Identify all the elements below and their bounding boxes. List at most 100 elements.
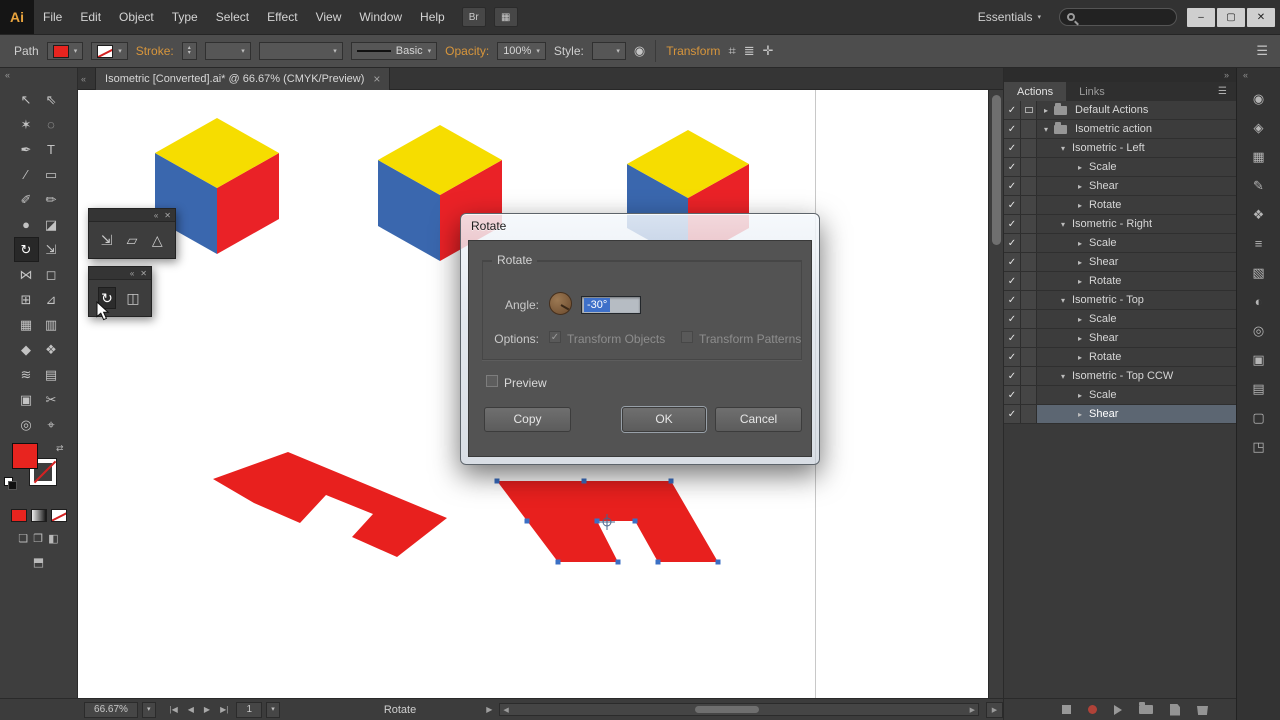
toggle-dialog-cell[interactable]	[1021, 310, 1037, 328]
close-tab-icon[interactable]: ×	[373, 72, 380, 86]
vertical-scrollbar[interactable]	[988, 90, 1003, 698]
toggle-dialog-cell[interactable]	[1021, 234, 1037, 252]
new-action-button[interactable]	[1170, 703, 1180, 716]
action-row-isometric-top-ccw[interactable]: ✓ ▾ Isometric - Top CCW	[1004, 367, 1236, 386]
artboard-number-input[interactable]: 1	[236, 701, 263, 718]
toggle-item-check[interactable]: ✓	[1004, 329, 1021, 347]
expand-arrow-icon[interactable]: ▸	[1074, 239, 1086, 248]
none-mode-button[interactable]	[50, 509, 67, 522]
toggle-dialog-cell[interactable]	[1021, 272, 1037, 290]
menu-view[interactable]: View	[307, 0, 351, 34]
last-artboard-button[interactable]: ▶|	[216, 705, 232, 714]
shear-tool[interactable]: ▱	[123, 229, 140, 251]
zoom-tool[interactable]: ⌖	[39, 412, 64, 437]
next-artboard-button[interactable]: ▶	[200, 705, 214, 714]
toggle-item-check[interactable]: ✓	[1004, 196, 1021, 214]
artboards-panel-icon[interactable]: ▢	[1244, 405, 1274, 430]
collapse-tools-icon[interactable]: «	[0, 68, 77, 82]
floating-panel-header[interactable]: « ✕	[89, 209, 175, 222]
toggle-item-check[interactable]: ✓	[1004, 120, 1021, 138]
status-expand-icon[interactable]: ▶	[486, 705, 492, 714]
angle-input[interactable]: -30°	[581, 296, 641, 314]
zoom-dropdown-button[interactable]: ▾	[142, 701, 156, 718]
workspace-switcher[interactable]: Essentials ▾	[970, 10, 1049, 24]
horizontal-scrollbar-thumb[interactable]	[695, 706, 760, 713]
pen-tool[interactable]: ✒	[14, 137, 39, 162]
gradient-panel-icon[interactable]: ▧	[1244, 260, 1274, 285]
menu-help[interactable]: Help	[411, 0, 454, 34]
toggle-item-check[interactable]: ✓	[1004, 101, 1021, 119]
expand-arrow-icon[interactable]: ▸	[1074, 334, 1086, 343]
width-tool[interactable]: ⋈	[14, 262, 39, 287]
draw-normal-icon[interactable]: ❏	[18, 532, 28, 545]
selection-tool[interactable]: ↖	[14, 87, 39, 112]
reshape-tool[interactable]: △	[149, 229, 166, 251]
toggle-item-check[interactable]: ✓	[1004, 291, 1021, 309]
gradient-mode-button[interactable]	[30, 509, 47, 522]
action-row-rotate[interactable]: ✓ ▸ Rotate	[1004, 196, 1236, 215]
magic-wand-tool[interactable]: ✶	[14, 112, 39, 137]
toggle-dialog-cell[interactable]	[1021, 158, 1037, 176]
lasso-tool[interactable]: ◌	[39, 112, 64, 137]
graphic-styles-panel-icon[interactable]: ▣	[1244, 347, 1274, 372]
symbol-sprayer-tool[interactable]: ≋	[14, 362, 39, 387]
color-panel-icon[interactable]: ◉	[1244, 86, 1274, 111]
toggle-dialog-cell[interactable]	[1021, 405, 1037, 423]
slice-tool[interactable]: ✂	[39, 387, 64, 412]
collapse-arrow-icon[interactable]: ▾	[1040, 125, 1052, 134]
zoom-level-value[interactable]: 66.67%	[84, 701, 138, 718]
dra w-behind-icon[interactable]: ❐	[33, 532, 43, 545]
toggle-item-check[interactable]: ✓	[1004, 386, 1021, 404]
maximize-button[interactable]: ▢	[1217, 7, 1245, 27]
menu-object[interactable]: Object	[110, 0, 163, 34]
swatches-panel-icon[interactable]: ▦	[1244, 144, 1274, 169]
scroll-right-icon[interactable]: ▶	[970, 706, 975, 714]
action-row-isometric-action[interactable]: ✓ ▾ Isometric action	[1004, 120, 1236, 139]
toggle-item-check[interactable]: ✓	[1004, 348, 1021, 366]
direct-selection-tool[interactable]: ⇖	[39, 87, 64, 112]
expand-arrow-icon[interactable]: ▸	[1074, 410, 1086, 419]
toggle-dialog-cell[interactable]	[1021, 177, 1037, 195]
first-artboard-button[interactable]: |◀	[166, 705, 182, 714]
tab-actions[interactable]: Actions	[1004, 82, 1067, 101]
blend-tool[interactable]: ❖	[39, 337, 64, 362]
action-row-isometric-left[interactable]: ✓ ▾ Isometric - Left	[1004, 139, 1236, 158]
transparency-panel-icon[interactable]: ◐	[1244, 289, 1274, 314]
eraser-tool[interactable]: ◪	[39, 212, 64, 237]
stroke-panel-icon[interactable]: ≡	[1244, 231, 1274, 256]
action-row-scale[interactable]: ✓ ▸ Scale	[1004, 310, 1236, 329]
document-setup-icon[interactable]: ◉	[634, 43, 645, 59]
arrange-documents-icon[interactable]: ▦	[493, 7, 518, 27]
action-row-isometric-right[interactable]: ✓ ▾ Isometric - Right	[1004, 215, 1236, 234]
mesh-tool[interactable]: ▦	[14, 312, 39, 337]
rotated-n-shape[interactable]	[213, 452, 447, 557]
prev-artboard-button[interactable]: ◀	[184, 705, 198, 714]
toggle-item-check[interactable]: ✓	[1004, 177, 1021, 195]
collapse-arrow-icon[interactable]: ▾	[1057, 144, 1069, 153]
toggle-dialog-cell[interactable]	[1021, 253, 1037, 271]
action-row-scale[interactable]: ✓ ▸ Scale	[1004, 158, 1236, 177]
stroke-panel-link[interactable]: Stroke:	[136, 44, 174, 58]
appearance-panel-icon[interactable]: ◎	[1244, 318, 1274, 343]
free-transform-tool[interactable]: ◻	[39, 262, 64, 287]
menu-effect[interactable]: Effect	[258, 0, 306, 34]
transform-link[interactable]: Transform	[666, 44, 720, 58]
layers-panel-icon[interactable]: ▤	[1244, 376, 1274, 401]
line-segment-tool[interactable]: ∕	[14, 162, 39, 187]
toggle-dialog-cell[interactable]	[1021, 367, 1037, 385]
vertical-scrollbar-thumb[interactable]	[992, 95, 1001, 245]
action-row-shear[interactable]: ✓ ▸ Shear	[1004, 405, 1236, 424]
action-row-shear[interactable]: ✓ ▸ Shear	[1004, 253, 1236, 272]
action-row-isometric-top[interactable]: ✓ ▾ Isometric - Top	[1004, 291, 1236, 310]
pencil-tool[interactable]: ✏	[39, 187, 64, 212]
action-row-shear[interactable]: ✓ ▸ Shear	[1004, 177, 1236, 196]
ok-button[interactable]: OK	[622, 407, 706, 432]
toggle-item-check[interactable]: ✓	[1004, 215, 1021, 233]
horizontal-scrollbar[interactable]: ◀ ▶	[499, 703, 979, 716]
angle-dial[interactable]	[549, 292, 572, 315]
toggle-dialog-cell[interactable]	[1021, 291, 1037, 309]
expand-panels-icon[interactable]: «	[1237, 68, 1280, 82]
column-graph-tool[interactable]: ▤	[39, 362, 64, 387]
free-transform-icon[interactable]: ✛	[763, 43, 774, 59]
opacity-dropdown[interactable]: 100% ▾	[497, 42, 546, 60]
